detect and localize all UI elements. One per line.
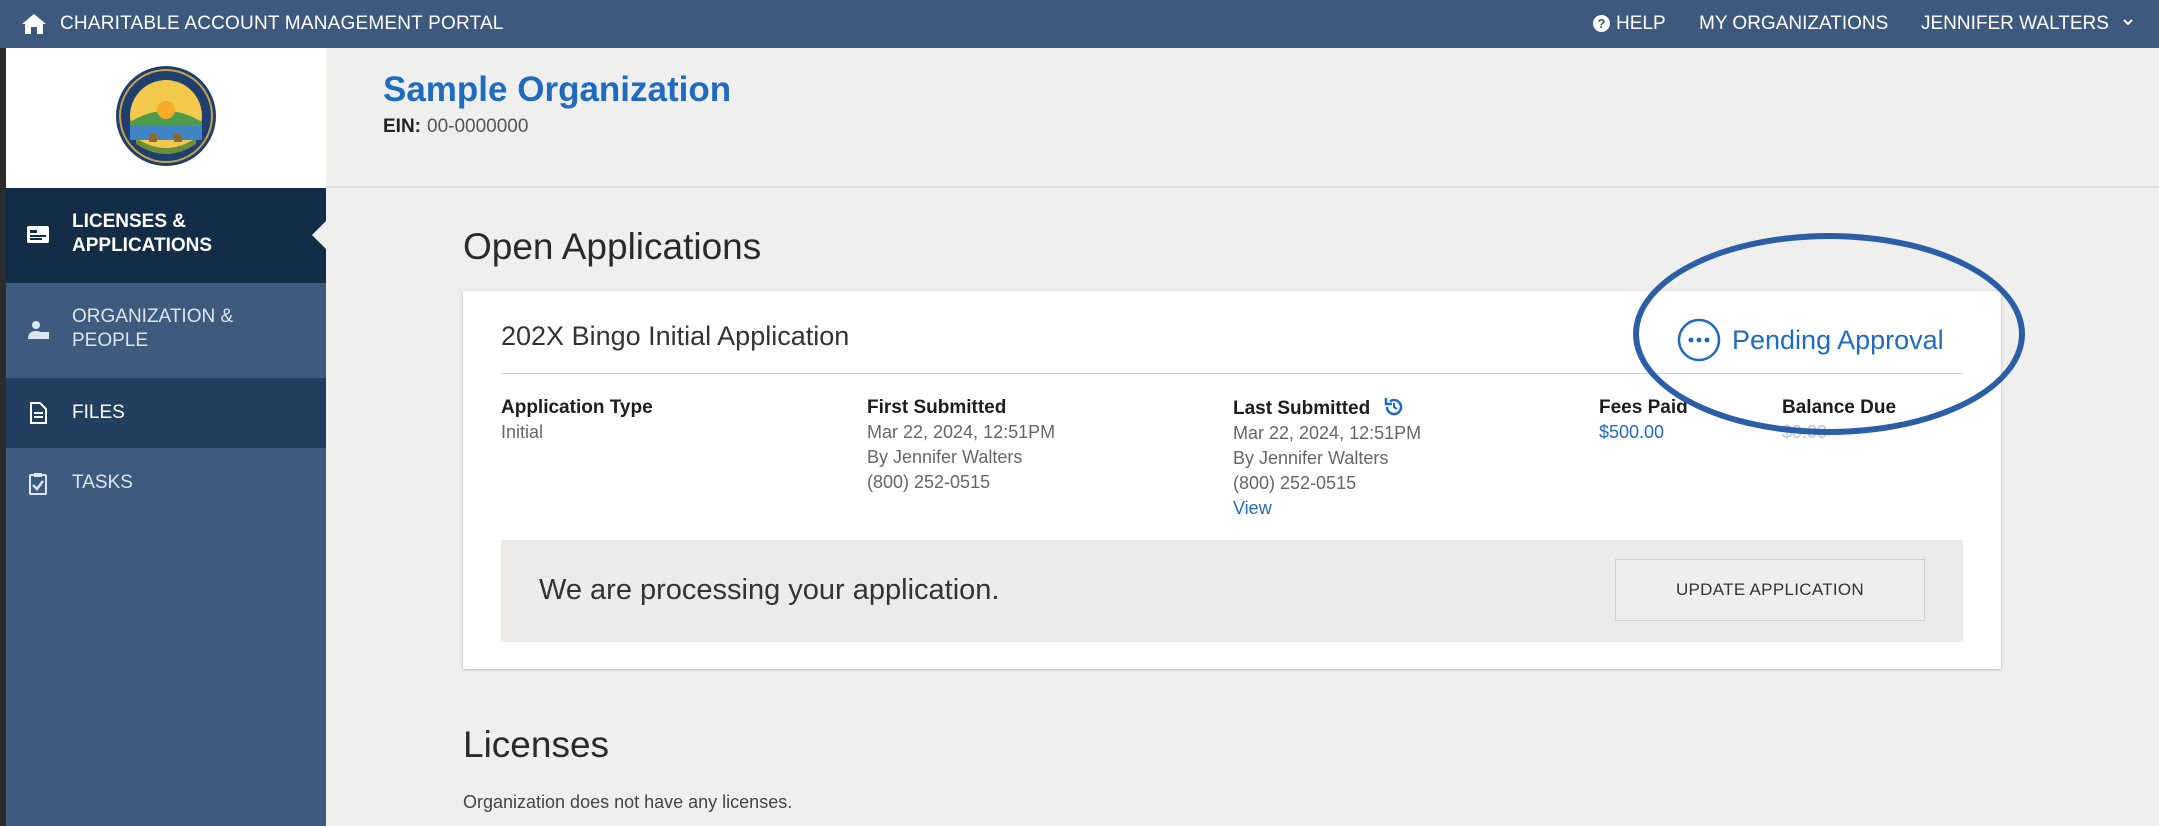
sidebar-label-line1: LICENSES & xyxy=(72,211,187,232)
application-title-rest: Bingo Initial Application xyxy=(564,321,850,351)
balance-due-column: Balance Due $0.00 xyxy=(1782,395,1896,445)
ein-line: EIN: 00-0000000 xyxy=(383,116,528,138)
status-text: Pending Approval xyxy=(1732,324,1944,355)
last-submitted-header-text: Last Submitted xyxy=(1233,398,1371,419)
history-icon[interactable] xyxy=(1382,395,1406,419)
last-submitted-column: Last Submitted Mar 22, 2024, 12:51PM By … xyxy=(1233,395,1421,521)
application-type-value: Initial xyxy=(501,422,544,442)
application-title-year: 202X xyxy=(501,321,565,351)
help-icon: ? xyxy=(1593,15,1610,32)
sidebar-label-line1: ORGANIZATION & xyxy=(72,306,234,327)
attorney-general-seal-logo xyxy=(116,66,216,166)
home-icon[interactable] xyxy=(20,12,48,36)
ein-value: 00-0000000 xyxy=(427,116,529,137)
organization-header: Sample Organization EIN: 00-0000000 xyxy=(326,48,2159,188)
last-submitted-date: Mar 22, 2024, 12:51PM xyxy=(1233,423,1422,443)
processing-message: We are processing your application. xyxy=(539,574,1000,606)
no-licenses-message: Organization does not have any licenses. xyxy=(463,792,793,812)
last-submitted-phone: (800) 252-0515 xyxy=(1233,473,1357,493)
fees-paid-header: Fees Paid xyxy=(1599,397,1688,418)
sidebar-label-line2: APPLICATIONS xyxy=(72,235,213,256)
first-submitted-column: First Submitted Mar 22, 2024, 12:51PM By… xyxy=(867,395,1055,495)
sidebar-item-label: LICENSES & APPLICATIONS xyxy=(72,210,212,258)
top-navigation-bar: CHARITABLE ACCOUNT MANAGEMENT PORTAL ? HE… xyxy=(0,0,2159,48)
fees-paid-column: Fees Paid $500.00 xyxy=(1599,395,1688,445)
card-divider xyxy=(501,373,1963,374)
people-icon xyxy=(28,321,49,339)
clipboard-check-icon xyxy=(29,473,47,495)
sidebar: LICENSES & APPLICATIONS ORGANIZATION & P… xyxy=(6,48,326,826)
application-type-column: Application Type Initial xyxy=(501,395,653,445)
user-menu[interactable]: JENNIFER WALTERS xyxy=(1921,13,2134,35)
sidebar-item-label: FILES xyxy=(72,402,125,423)
my-organizations-link[interactable]: MY ORGANIZATIONS xyxy=(1699,13,1888,35)
ein-label: EIN: xyxy=(383,116,421,137)
help-link[interactable]: ? HELP xyxy=(1593,13,1666,35)
sidebar-item-files[interactable]: FILES xyxy=(6,378,326,448)
sidebar-item-tasks[interactable]: TASKS xyxy=(6,448,326,518)
first-submitted-by: By Jennifer Walters xyxy=(867,447,1023,467)
more-dots-icon xyxy=(1677,318,1721,362)
balance-due-header: Balance Due xyxy=(1782,397,1897,418)
update-application-button[interactable]: UPDATE APPLICATION xyxy=(1615,559,1925,621)
application-card: 202X Bingo Initial Application Pending A… xyxy=(463,291,2001,669)
first-submitted-header: First Submitted xyxy=(867,397,1007,418)
portal-title: CHARITABLE ACCOUNT MANAGEMENT PORTAL xyxy=(60,13,504,34)
help-label: HELP xyxy=(1616,13,1666,34)
sidebar-item-organization-people[interactable]: ORGANIZATION & PEOPLE xyxy=(6,283,326,378)
user-name: JENNIFER WALTERS xyxy=(1921,13,2109,34)
file-icon xyxy=(30,402,47,424)
status-badge[interactable]: Pending Approval xyxy=(1676,317,1944,363)
sidebar-item-label: TASKS xyxy=(72,472,133,493)
last-submitted-header: Last Submitted xyxy=(1233,395,1421,421)
sidebar-label-line2: PEOPLE xyxy=(72,330,149,351)
application-title: 202X Bingo Initial Application xyxy=(501,321,849,352)
first-submitted-phone: (800) 252-0515 xyxy=(867,472,991,492)
organization-name: Sample Organization xyxy=(383,70,732,109)
main-content: Sample Organization EIN: 00-0000000 Open … xyxy=(326,48,2159,826)
licenses-heading: Licenses xyxy=(463,724,610,765)
balance-due-value: $0.00 xyxy=(1782,422,1828,442)
open-applications-heading: Open Applications xyxy=(463,226,762,267)
application-type-header: Application Type xyxy=(501,397,653,418)
sidebar-item-licenses-applications[interactable]: LICENSES & APPLICATIONS xyxy=(6,188,326,283)
last-submitted-by: By Jennifer Walters xyxy=(1233,448,1389,468)
logo-area xyxy=(6,48,326,188)
chevron-down-icon xyxy=(2123,19,2133,26)
sidebar-item-label: ORGANIZATION & PEOPLE xyxy=(72,305,233,353)
processing-banner: We are processing your application. UPDA… xyxy=(501,540,1963,642)
view-link[interactable]: View xyxy=(1233,496,1421,521)
fees-paid-value[interactable]: $500.00 xyxy=(1599,420,1688,445)
first-submitted-date: Mar 22, 2024, 12:51PM xyxy=(867,422,1056,442)
license-card-icon xyxy=(27,226,49,243)
